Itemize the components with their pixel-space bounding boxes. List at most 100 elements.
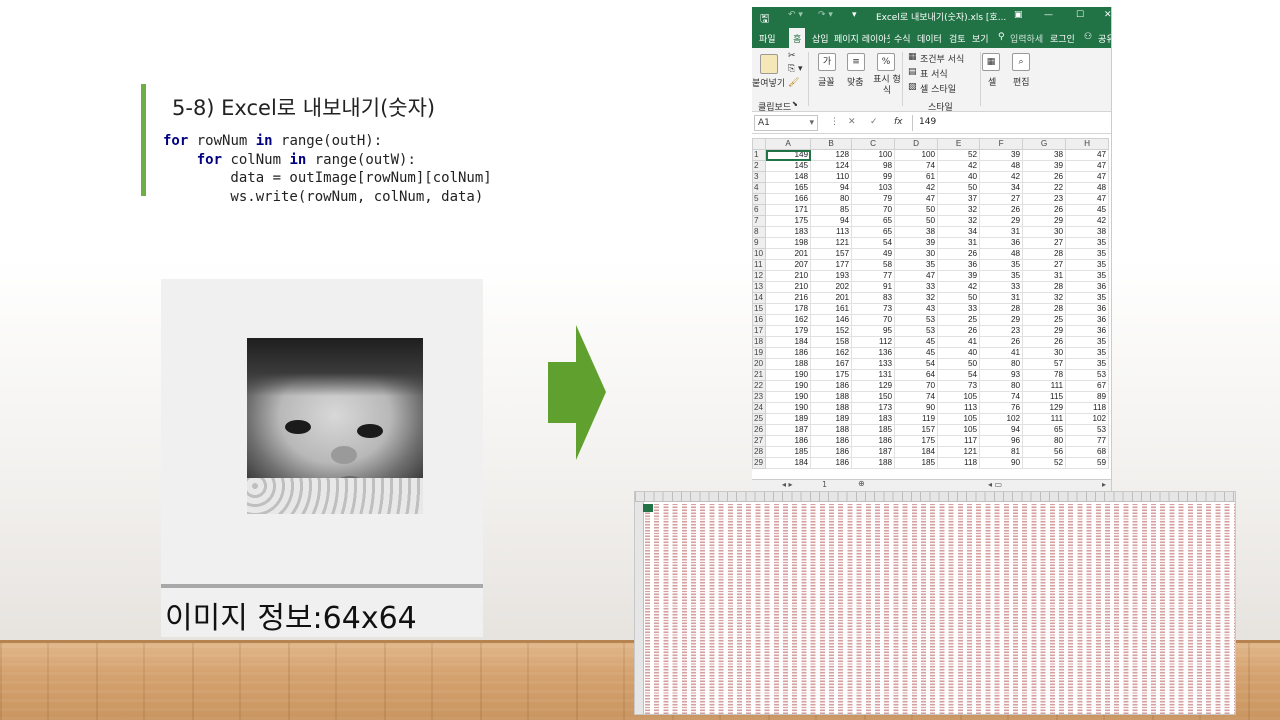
cell[interactable]: 189 xyxy=(810,413,853,425)
row-header[interactable]: 16 xyxy=(752,314,767,326)
cell[interactable]: 193 xyxy=(810,270,853,282)
cell[interactable]: 42 xyxy=(937,281,981,293)
cell[interactable]: 26 xyxy=(937,248,981,260)
cell[interactable]: 47 xyxy=(1065,160,1110,172)
cell[interactable]: 61 xyxy=(894,171,939,183)
cell[interactable]: 32 xyxy=(937,204,981,216)
add-sheet-icon[interactable]: ⊕ xyxy=(858,479,865,488)
cell[interactable]: 94 xyxy=(810,182,853,194)
cell[interactable]: 45 xyxy=(894,336,939,348)
cell[interactable]: 57 xyxy=(1022,358,1067,370)
cell[interactable]: 113 xyxy=(810,226,853,238)
cancel-icon[interactable]: ✕ xyxy=(848,117,856,127)
cell[interactable]: 102 xyxy=(1065,413,1110,425)
cell[interactable]: 117 xyxy=(937,435,981,447)
percent-icon[interactable]: % xyxy=(877,53,895,71)
cell[interactable]: 124 xyxy=(810,160,853,172)
cell[interactable]: 25 xyxy=(1022,314,1067,326)
cell[interactable]: 77 xyxy=(851,270,896,282)
cell[interactable]: 145 xyxy=(765,160,812,172)
cell[interactable]: 136 xyxy=(851,347,896,359)
row-header[interactable]: 6 xyxy=(752,204,767,216)
cell[interactable]: 173 xyxy=(851,402,896,414)
cell[interactable]: 96 xyxy=(979,435,1024,447)
cell[interactable]: 50 xyxy=(937,358,981,370)
row-header[interactable]: 10 xyxy=(752,248,767,260)
cell[interactable]: 185 xyxy=(894,457,939,469)
row-header[interactable]: 17 xyxy=(752,325,767,337)
cell[interactable]: 45 xyxy=(1065,204,1110,216)
cell[interactable]: 34 xyxy=(979,182,1024,194)
paste-button[interactable]: 붙여넣기 xyxy=(752,76,785,89)
tab-view[interactable]: 보기 xyxy=(972,32,989,45)
cell[interactable]: 73 xyxy=(937,380,981,392)
cell[interactable]: 201 xyxy=(765,248,812,260)
cell[interactable]: 35 xyxy=(979,259,1024,271)
cell[interactable]: 102 xyxy=(979,413,1024,425)
cell[interactable]: 48 xyxy=(979,248,1024,260)
cell[interactable]: 48 xyxy=(979,160,1024,172)
cell[interactable]: 146 xyxy=(810,314,853,326)
cell[interactable]: 105 xyxy=(937,413,981,425)
cell[interactable]: 28 xyxy=(979,303,1024,315)
search-icon[interactable]: ⌕ xyxy=(1012,53,1030,71)
cell[interactable]: 38 xyxy=(894,226,939,238)
close-button[interactable]: ✕ xyxy=(1104,10,1111,20)
cell[interactable]: 58 xyxy=(851,259,896,271)
row-header[interactable]: 18 xyxy=(752,336,767,348)
cell[interactable]: 128 xyxy=(810,149,853,161)
row-header[interactable]: 2 xyxy=(752,160,767,172)
cell[interactable]: 28 xyxy=(1022,281,1067,293)
cell[interactable]: 77 xyxy=(1065,435,1110,447)
cell[interactable]: 157 xyxy=(894,424,939,436)
cell[interactable]: 27 xyxy=(979,193,1024,205)
cell[interactable]: 52 xyxy=(937,149,981,161)
cell[interactable]: 26 xyxy=(1022,171,1067,183)
cell[interactable]: 179 xyxy=(765,325,812,337)
cell[interactable]: 43 xyxy=(894,303,939,315)
cell[interactable]: 83 xyxy=(851,292,896,304)
cell[interactable]: 105 xyxy=(937,424,981,436)
cell[interactable]: 187 xyxy=(765,424,812,436)
cell[interactable]: 35 xyxy=(894,259,939,271)
row-header[interactable]: 29 xyxy=(752,457,767,469)
minimize-button[interactable]: — xyxy=(1044,10,1053,20)
cell[interactable]: 31 xyxy=(937,237,981,249)
cell[interactable]: 175 xyxy=(810,369,853,381)
cell[interactable]: 67 xyxy=(1065,380,1110,392)
cell[interactable]: 202 xyxy=(810,281,853,293)
cell[interactable]: 80 xyxy=(979,358,1024,370)
cell[interactable]: 165 xyxy=(765,182,812,194)
cell[interactable]: 93 xyxy=(979,369,1024,381)
cell[interactable]: 131 xyxy=(851,369,896,381)
row-header[interactable]: 27 xyxy=(752,435,767,447)
row-header[interactable]: 11 xyxy=(752,259,767,271)
row-header[interactable]: 1 xyxy=(752,149,767,161)
cell[interactable]: 32 xyxy=(894,292,939,304)
cell[interactable]: 53 xyxy=(894,314,939,326)
cell[interactable]: 26 xyxy=(979,336,1024,348)
cell[interactable]: 183 xyxy=(765,226,812,238)
cell[interactable]: 50 xyxy=(937,182,981,194)
cell[interactable]: 99 xyxy=(851,171,896,183)
cell[interactable]: 95 xyxy=(851,325,896,337)
cell[interactable]: 41 xyxy=(979,347,1024,359)
cell[interactable]: 158 xyxy=(810,336,853,348)
cell[interactable]: 73 xyxy=(851,303,896,315)
cell[interactable]: 103 xyxy=(851,182,896,194)
cell[interactable]: 121 xyxy=(937,446,981,458)
cell[interactable]: 186 xyxy=(810,380,853,392)
cell[interactable]: 149 xyxy=(765,149,812,161)
formula-input[interactable]: 149 xyxy=(912,115,1111,131)
cell-style-button[interactable]: 셀 스타일 xyxy=(920,82,956,95)
cell[interactable]: 31 xyxy=(979,292,1024,304)
cell[interactable]: 39 xyxy=(937,270,981,282)
cell[interactable]: 65 xyxy=(851,226,896,238)
cell[interactable]: 32 xyxy=(1022,292,1067,304)
spreadsheet-grid[interactable]: ABCDEFGH 1 149 128 100 100 52 39 38 47 2 145 124 98 7… xyxy=(752,138,1111,488)
cell[interactable]: 157 xyxy=(810,248,853,260)
cell[interactable]: 26 xyxy=(937,325,981,337)
cell[interactable]: 210 xyxy=(765,281,812,293)
cell[interactable]: 79 xyxy=(851,193,896,205)
cell[interactable]: 27 xyxy=(1022,259,1067,271)
